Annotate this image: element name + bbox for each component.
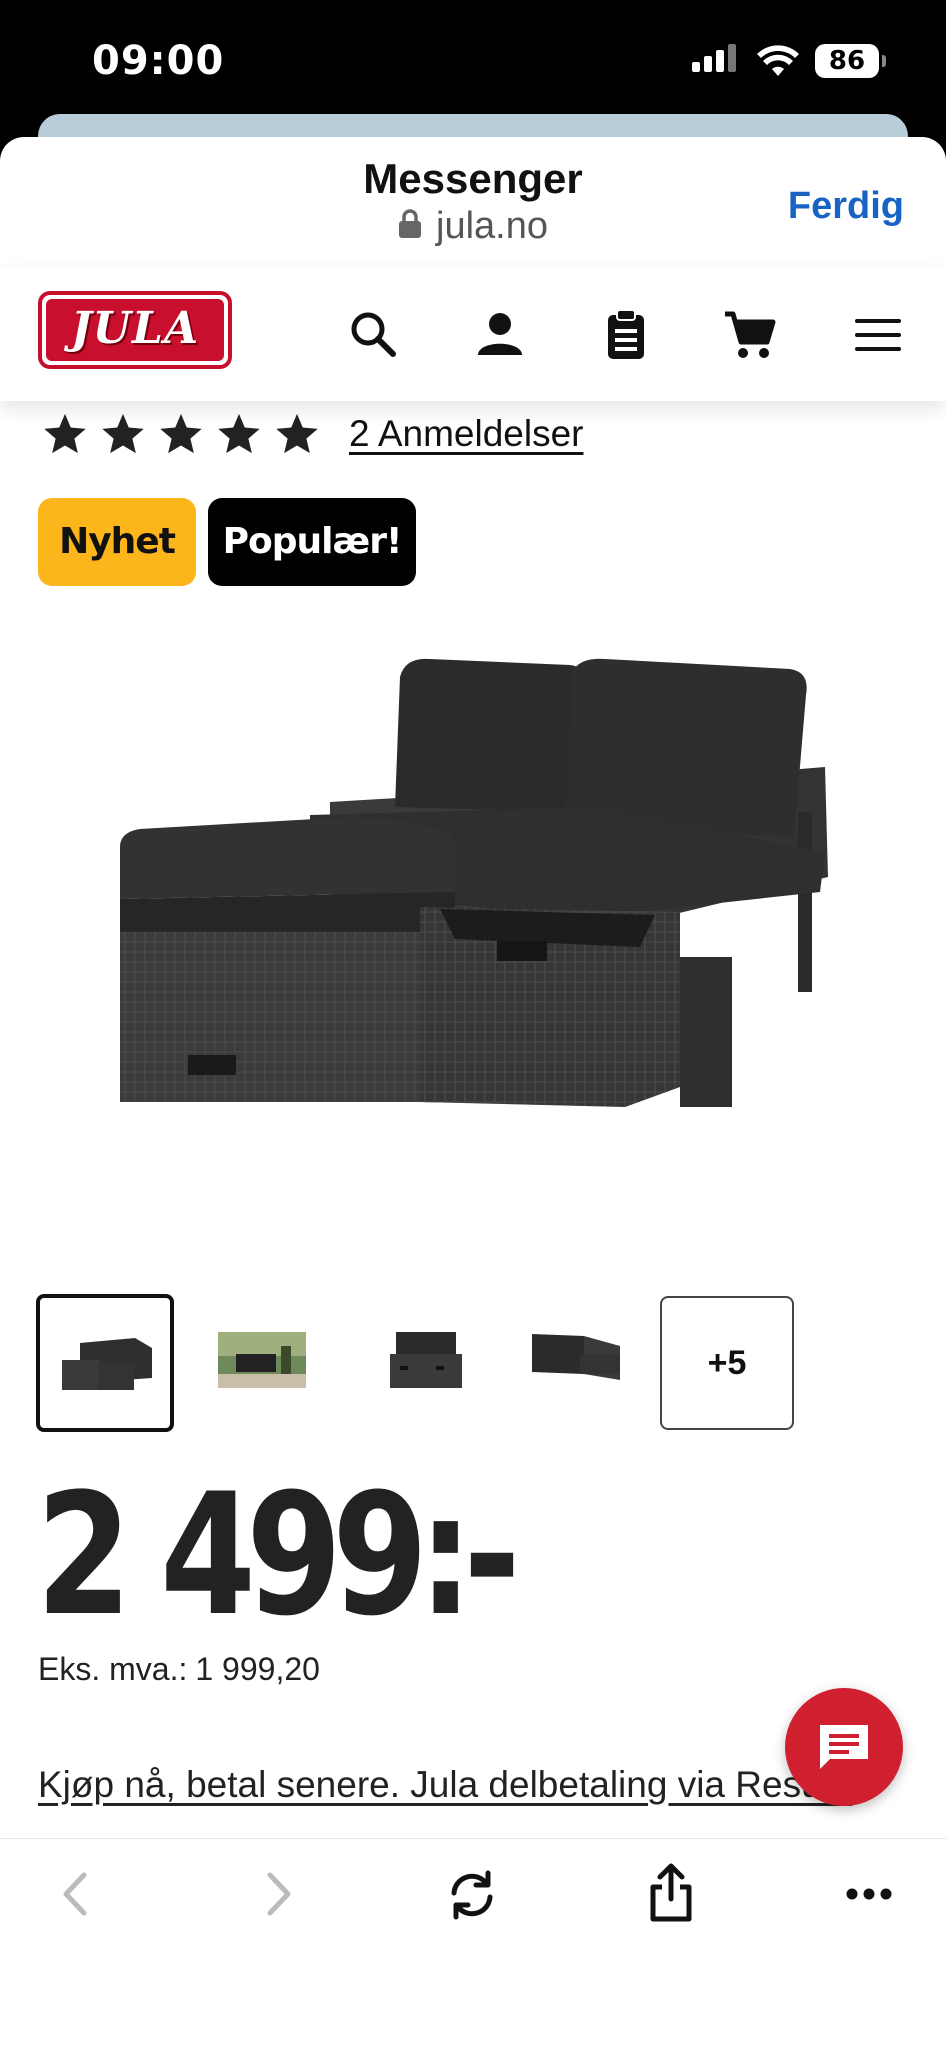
clipboard-icon[interactable] [598, 307, 654, 363]
badge-new: Nyhet [38, 498, 196, 586]
star-icon [44, 413, 86, 454]
thumbnail-2[interactable] [196, 1294, 334, 1432]
lock-icon [399, 209, 421, 238]
site-header: JULA [0, 267, 946, 401]
account-icon[interactable] [472, 307, 528, 363]
badge-popular: Populær! [208, 498, 416, 586]
more-images-button[interactable]: +5 [660, 1296, 794, 1430]
reload-icon[interactable] [446, 1869, 498, 1921]
jula-logo[interactable]: JULA [38, 291, 232, 369]
chat-icon [820, 1725, 868, 1769]
forward-icon[interactable] [258, 1869, 298, 1919]
browser-toolbar [0, 1838, 946, 2047]
search-icon[interactable] [346, 307, 402, 363]
done-button[interactable]: Ferdig [788, 185, 904, 228]
ex-vat-value: 1 999,20 [195, 1651, 320, 1687]
installment-link[interactable]: Kjøp nå, betal senere. Jula delbetaling … [38, 1764, 894, 1806]
product-image[interactable] [110, 647, 840, 1127]
chat-button[interactable] [785, 1688, 903, 1806]
star-icon [160, 413, 202, 454]
product-price: 2 499:- [36, 1457, 521, 1653]
reviews-link[interactable]: 2 Anmeldelser [349, 413, 583, 455]
battery-indicator: 86 [815, 44, 886, 78]
star-icon [276, 413, 318, 454]
in-app-browser: Messenger jula.no Ferdig JULA 2 Anmeldel… [0, 137, 946, 2047]
thumbnail-1[interactable] [36, 1294, 174, 1432]
wifi-icon [757, 45, 799, 76]
status-bar: 09:00 86 [0, 0, 946, 115]
thumbnail-4[interactable] [514, 1294, 652, 1432]
share-icon[interactable] [648, 1863, 694, 1923]
menu-icon[interactable] [850, 307, 906, 363]
logo-text: JULA [70, 303, 200, 354]
ex-vat-label: Eks. mva.: [38, 1651, 188, 1687]
star-rating [42, 411, 320, 457]
more-icon[interactable] [846, 1887, 892, 1901]
thumbnail-strip: +5 [0, 1294, 946, 1434]
back-icon[interactable] [56, 1869, 96, 1919]
url-text: jula.no [436, 205, 548, 247]
thumbnail-3[interactable] [356, 1294, 494, 1432]
star-icon [102, 413, 144, 454]
star-icon [218, 413, 260, 454]
price-ex-vat: Eks. mva.: 1 999,20 [38, 1651, 320, 1688]
status-time: 09:00 [92, 38, 225, 84]
cart-icon[interactable] [722, 307, 778, 363]
